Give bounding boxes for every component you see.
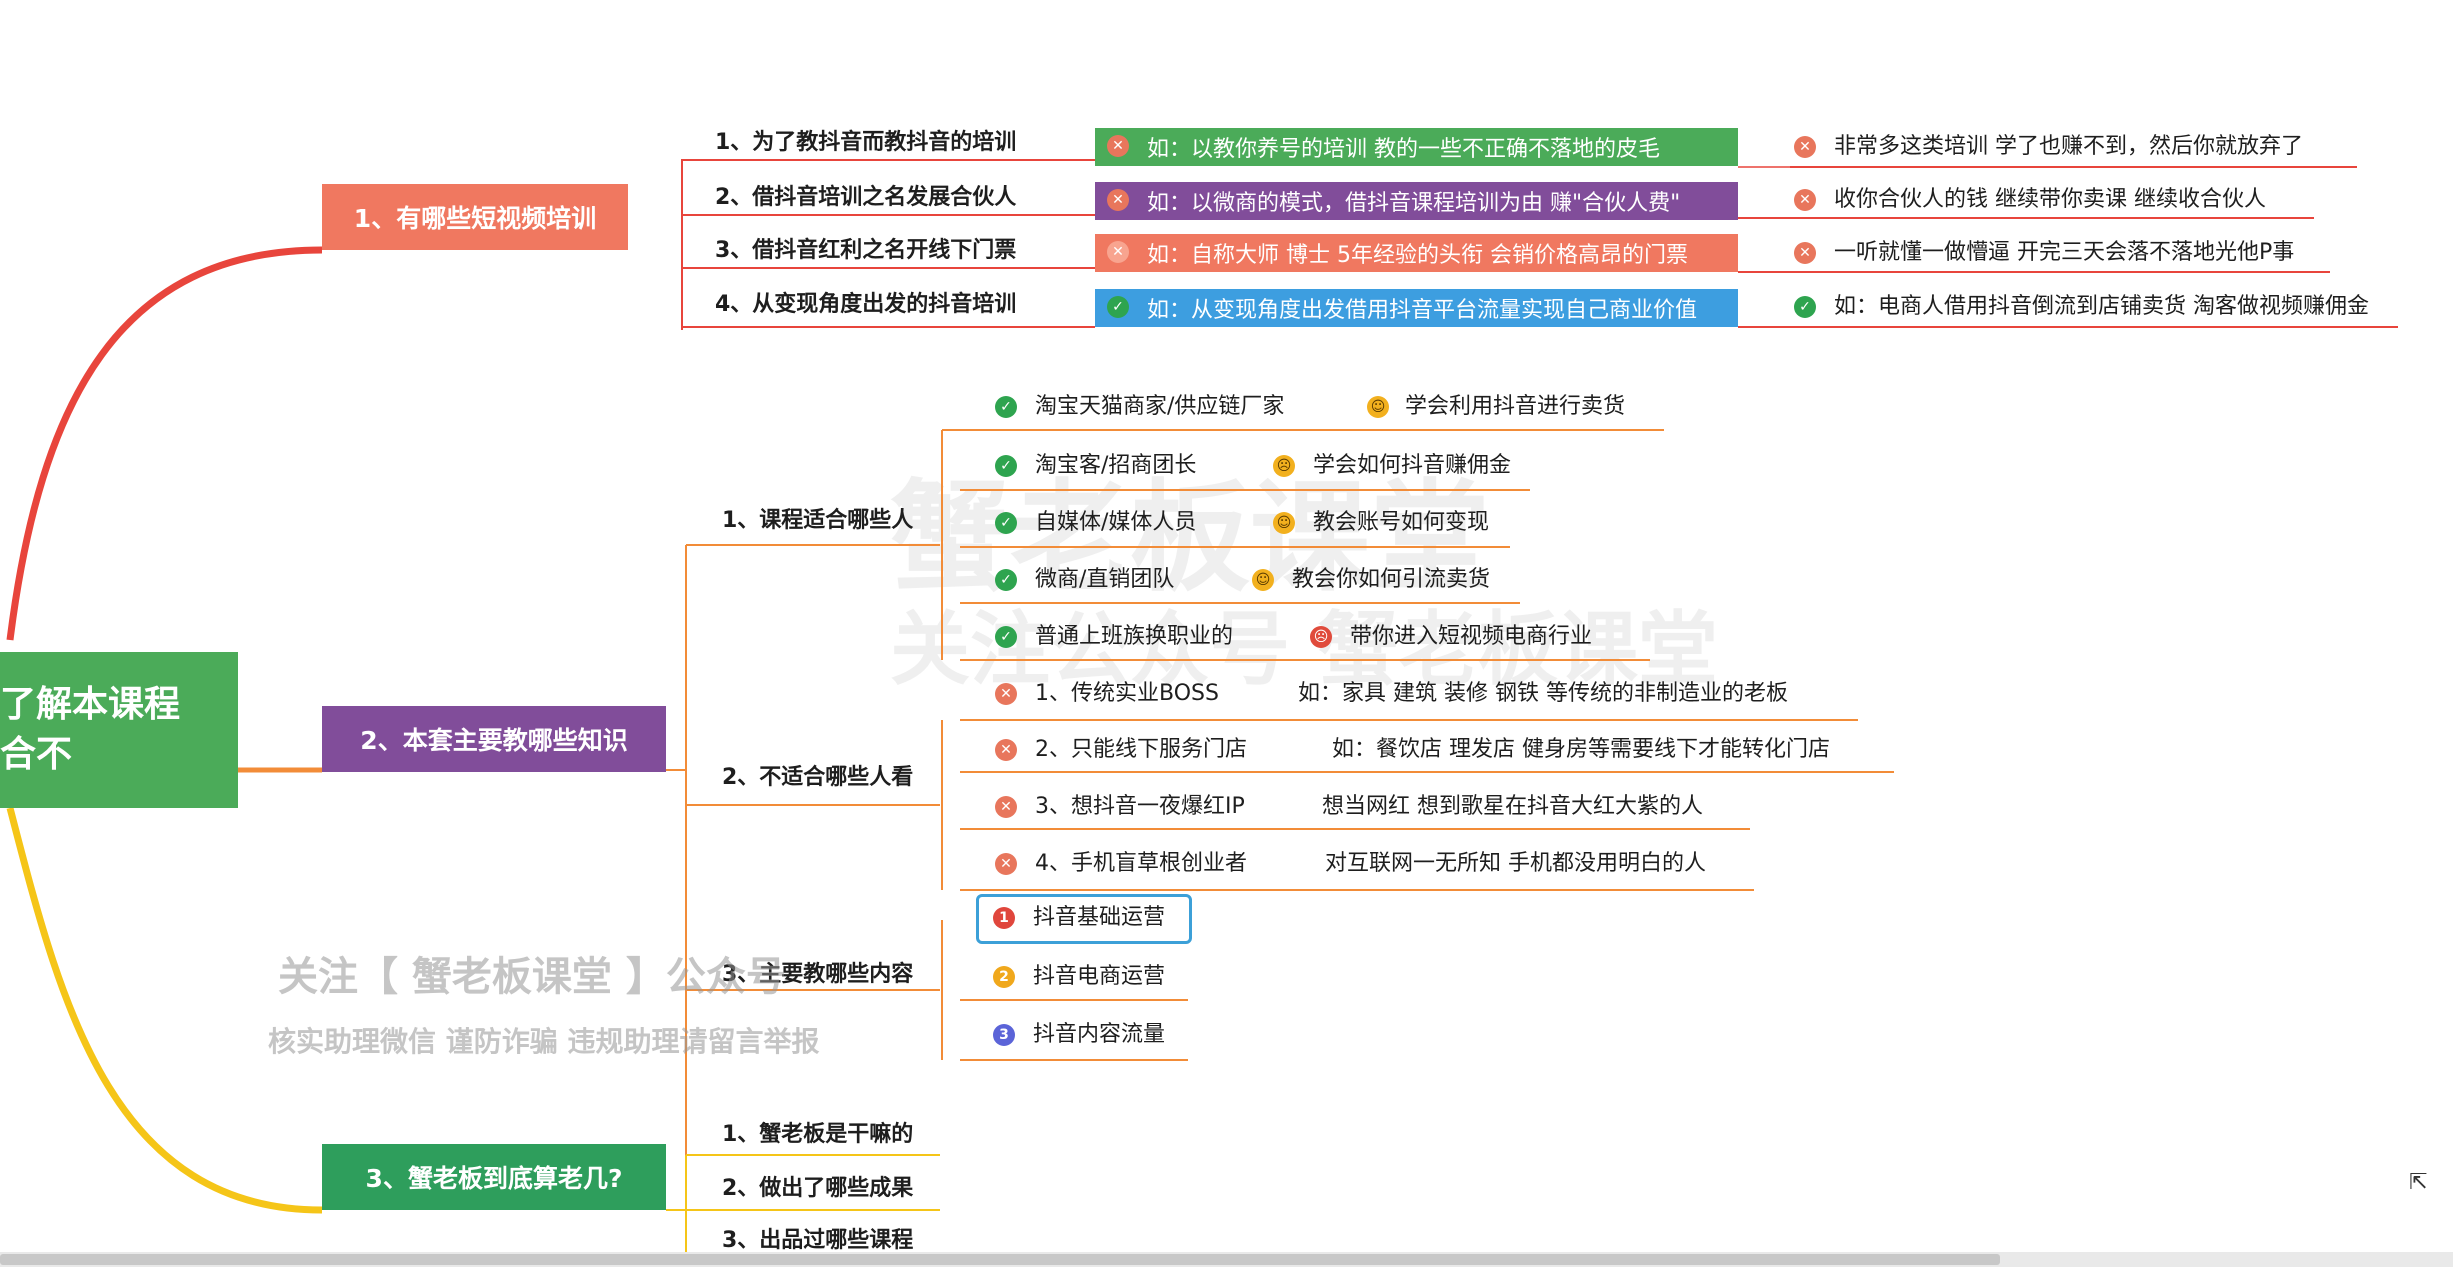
cross-icon: ✕ [1107,135,1129,157]
cross-icon: ✕ [1794,242,1816,264]
s3-item1[interactable]: 1、蟹老板是干嘛的 [722,1120,913,1150]
suitable-who-5[interactable]: 普通上班族换职业的 [1035,622,1233,652]
unsuitable-what-3[interactable]: 想当网红 想到歌星在抖音大红大紫的人 [1322,792,1703,822]
check-icon: ✓ [995,512,1017,534]
cross-icon: ✕ [995,683,1017,705]
check-icon: ✓ [995,455,1017,477]
s1-item3-label[interactable]: 3、借抖音红利之名开线下门票 [715,236,1016,266]
s1-item1-label[interactable]: 1、为了教抖音而教抖音的培训 [715,128,1016,158]
check-icon: ✓ [995,569,1017,591]
unsuitable-who-3[interactable]: 3、想抖音一夜爆红IP [1035,792,1245,822]
s2-suitable-label[interactable]: 1、课程适合哪些人 [722,506,913,536]
number-1-icon: 1 [993,907,1015,929]
suitable-who-4[interactable]: 微商/直销团队 [1035,565,1174,595]
s1-item4-detail[interactable]: ✓ 如：从变现角度出发借用抖音平台流量实现自己商业价值 [1095,289,1738,327]
s1-item2-note[interactable]: 收你合伙人的钱 继续带你卖课 继续收合伙人 [1834,185,2266,215]
s2-unsuitable-label[interactable]: 2、不适合哪些人看 [722,763,913,793]
smile-emoji-icon: ☺ [1367,396,1389,418]
cross-icon: ✕ [1107,189,1129,211]
suitable-what-2[interactable]: 学会如何抖音赚佣金 [1313,451,1511,481]
unsuitable-who-1[interactable]: 1、传统实业BOSS [1035,679,1219,709]
topic-section2[interactable]: 2、本套主要教哪些知识 [322,706,666,772]
angry-emoji-icon: ☹ [1310,626,1332,648]
s1-item2-label[interactable]: 2、借抖音培训之名发展合伙人 [715,183,1016,213]
topic-section3[interactable]: 3、蟹老板到底算老几? [322,1144,666,1210]
check-icon: ✓ [995,396,1017,418]
s1-item3-detail-text: 如：自称大师 博士 5年经验的头衔 会销价格高昂的门票 [1147,243,1688,268]
unsuitable-what-1[interactable]: 如：家具 建筑 装修 钢铁 等传统的非制造业的老板 [1298,679,1788,709]
unsuitable-who-2[interactable]: 2、只能线下服务门店 [1035,735,1247,765]
cross-icon: ✕ [1794,189,1816,211]
meh-emoji-icon: ☹ [1273,455,1295,477]
s1-item1-detail-text: 如：以教你养号的培训 教的一些不正确不落地的皮毛 [1147,137,1660,162]
suitable-what-3[interactable]: 教会账号如何变现 [1313,508,1489,538]
suitable-what-4[interactable]: 教会你如何引流卖货 [1292,565,1490,595]
watermark-line1: 关注【 蟹老板课堂 】公众号 [278,954,786,1000]
topic-section1[interactable]: 1、有哪些短视频培训 [322,184,628,250]
suitable-who-1[interactable]: 淘宝天猫商家/供应链厂家 [1035,392,1284,422]
root-topic-line2: 合不 [0,734,73,775]
cross-icon: ✕ [995,796,1017,818]
cross-icon: ✕ [1794,136,1816,158]
s1-item4-label[interactable]: 4、从变现角度出发的抖音培训 [715,290,1016,320]
cross-icon: ✕ [1107,241,1129,263]
check-icon: ✓ [995,626,1017,648]
content-item-2[interactable]: 抖音电商运营 [1033,962,1165,992]
unsuitable-what-4[interactable]: 对互联网一无所知 手机都没用明白的人 [1325,849,1706,879]
content-item-3[interactable]: 抖音内容流量 [1033,1020,1165,1050]
s1-item4-note[interactable]: 如：电商人借用抖音倒流到店铺卖货 淘客做视频赚佣金 [1834,292,2369,322]
s1-item2-detail-text: 如：以微商的模式，借抖音课程培训为由 赚"合伙人费" [1147,191,1681,216]
root-topic-line1: 了解本课程 [0,684,181,725]
mindmap-canvas[interactable]: 蟹老板课堂 关注公众号 蟹老板课堂 了解本课程 合不 1、有哪些短视频培训 1、… [0,0,2453,1267]
check-icon: ✓ [1794,296,1816,318]
s1-item1-note[interactable]: 非常多这类培训 学了也赚不到，然后你就放弃了 [1834,132,2303,162]
unsuitable-who-4[interactable]: 4、手机盲草根创业者 [1035,849,1247,879]
smile-emoji-icon: ☺ [1273,512,1295,534]
unsuitable-what-2[interactable]: 如：餐饮店 理发店 健身房等需要线下才能转化门店 [1332,735,1830,765]
check-icon: ✓ [1107,296,1129,318]
mouse-cursor-icon: ⇱ [2409,1170,2428,1195]
cross-icon: ✕ [995,853,1017,875]
s3-item2[interactable]: 2、做出了哪些成果 [722,1174,913,1204]
s1-item1-detail[interactable]: ✕ 如：以教你养号的培训 教的一些不正确不落地的皮毛 [1095,128,1738,166]
cross-icon: ✕ [995,739,1017,761]
watermark-line2: 核实助理微信 谨防诈骗 违规助理请留言举报 [268,1025,820,1058]
s1-item4-detail-text: 如：从变现角度出发借用抖音平台流量实现自己商业价值 [1147,298,1698,323]
s1-item2-detail[interactable]: ✕ 如：以微商的模式，借抖音课程培训为由 赚"合伙人费" [1095,182,1738,220]
s1-item3-note[interactable]: 一听就懂一做懵逼 开完三天会落不落地光他P事 [1834,238,2294,268]
s1-item3-detail[interactable]: ✕ 如：自称大师 博士 5年经验的头衔 会销价格高昂的门票 [1095,234,1738,272]
number-2-icon: 2 [993,966,1015,988]
laugh-emoji-icon: ☺ [1252,569,1274,591]
suitable-what-5[interactable]: 带你进入短视频电商行业 [1350,622,1592,652]
suitable-who-2[interactable]: 淘宝客/招商团长 [1035,451,1196,481]
root-topic[interactable]: 了解本课程 合不 [0,652,238,808]
suitable-what-1[interactable]: 学会利用抖音进行卖货 [1405,392,1625,422]
scrollbar-thumb[interactable] [0,1254,2000,1265]
content-item-1[interactable]: 抖音基础运营 [1033,903,1165,933]
number-3-icon: 3 [993,1024,1015,1046]
suitable-who-3[interactable]: 自媒体/媒体人员 [1035,508,1196,538]
